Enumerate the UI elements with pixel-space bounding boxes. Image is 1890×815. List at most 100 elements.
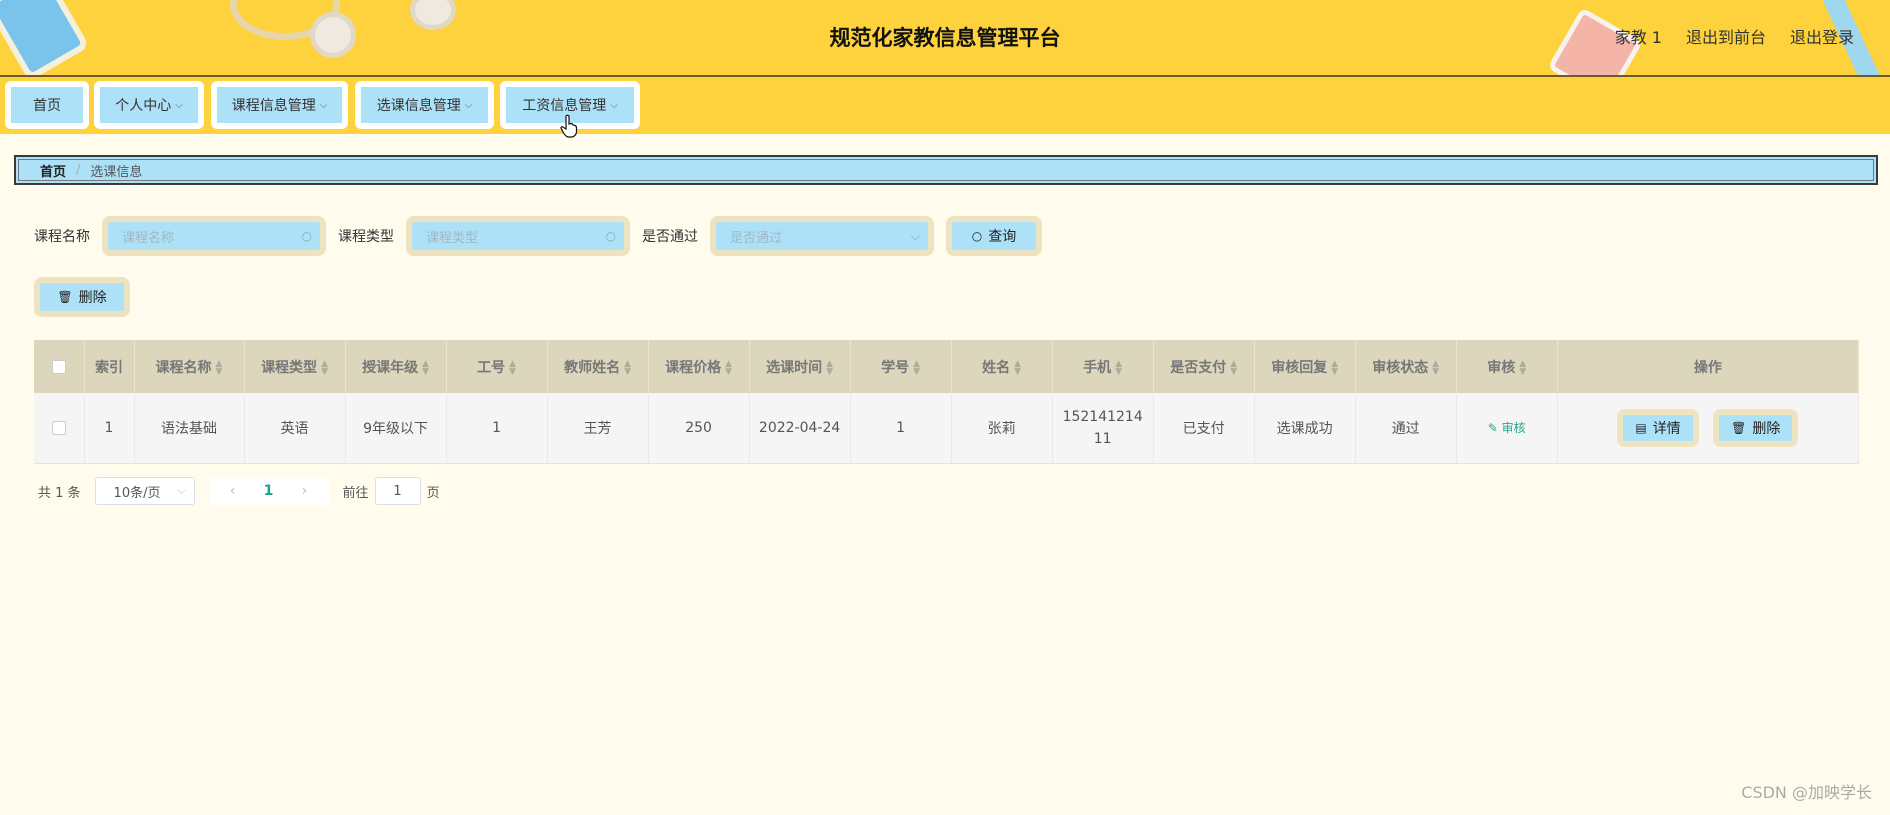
edit-icon: ✎ — [1487, 421, 1502, 436]
column-header[interactable]: 是否支付 ▲ ▼ — [1153, 340, 1255, 393]
sort-icon[interactable]: ▲ ▼ — [1014, 359, 1021, 376]
cell-index: 1 — [84, 393, 135, 464]
course-type-input[interactable]: 课程类型 ○ — [406, 216, 630, 256]
detail-button[interactable]: ▤ 详情 — [1617, 408, 1699, 447]
header-select-time: 选课时间 — [766, 359, 823, 376]
breadcrumb-current: 选课信息 — [90, 164, 143, 180]
header-status: 审核状态 — [1372, 359, 1429, 376]
column-header[interactable]: 工号 ▲ ▼ — [446, 340, 548, 393]
column-header[interactable]: 课程价格 ▲ ▼ — [648, 340, 750, 393]
column-header[interactable]: 手机 ▲ ▼ — [1052, 340, 1154, 393]
breadcrumb: 首页 / 选课信息 — [14, 155, 1878, 185]
sort-icon[interactable]: ▲ ▼ — [321, 359, 328, 376]
column-header[interactable]: 授课年级 ▲ ▼ — [345, 340, 447, 393]
trash-icon: 🗑 — [1731, 420, 1747, 435]
goto-page-input[interactable]: 1 — [374, 477, 421, 505]
nav-home[interactable]: 首页 — [5, 81, 89, 129]
goto-suffix: 页 — [426, 485, 440, 501]
cell-select-time: 2022-04-24 — [749, 393, 851, 464]
nav-salary-management-label: 工资信息管理 — [522, 98, 607, 114]
nav-selection-management[interactable]: 选课信息管理 ⌵ — [355, 81, 494, 129]
batch-delete-label: 删除 — [78, 290, 107, 306]
pagination: 共 1 条 10条/页 ⌵ ‹ 1 › 前往 1 页 — [38, 477, 440, 505]
cell-reply: 选课成功 — [1254, 393, 1356, 464]
sort-icon[interactable]: ▲ ▼ — [1115, 359, 1122, 376]
course-name-placeholder: 课程名称 — [122, 230, 175, 246]
header-actions: 操作 — [1693, 359, 1722, 376]
column-header[interactable]: 学号 ▲ ▼ — [850, 340, 952, 393]
cell-name: 张莉 — [951, 393, 1053, 464]
total-count: 共 1 条 — [38, 485, 81, 501]
nav-personal-center[interactable]: 个人中心 ⌵ — [94, 81, 204, 129]
sort-icon[interactable]: ▲ ▼ — [216, 359, 223, 376]
cell-course-type: 英语 — [244, 393, 346, 464]
query-button[interactable]: ○ 查询 — [946, 216, 1042, 256]
sort-icon[interactable]: ▲ ▼ — [422, 359, 429, 376]
sort-icon[interactable]: ▲ ▼ — [913, 359, 920, 376]
column-header[interactable]: 审核回复 ▲ ▼ — [1254, 340, 1356, 393]
back-to-front-link[interactable]: 退出到前台 — [1686, 24, 1766, 48]
header-course-type: 课程类型 — [261, 359, 318, 376]
passed-placeholder: 是否通过 — [730, 230, 783, 246]
course-type-placeholder: 课程类型 — [426, 230, 479, 246]
detail-button-label: 详情 — [1652, 420, 1681, 437]
breadcrumb-home[interactable]: 首页 — [40, 161, 66, 180]
goto-prefix: 前往 — [342, 485, 369, 501]
column-header: 索引 — [84, 340, 135, 393]
nav-course-management[interactable]: 课程信息管理 ⌵ — [211, 81, 348, 129]
course-type-label: 课程类型 — [338, 229, 394, 245]
audit-link[interactable]: ✎ 审核 — [1488, 421, 1526, 435]
batch-delete-button[interactable]: 🗑 删除 — [34, 277, 130, 317]
search-icon: ○ — [971, 229, 983, 243]
prev-page-icon[interactable]: ‹ — [215, 483, 251, 499]
app-title: 规范化家教信息管理平台 — [829, 26, 1061, 50]
row-delete-button[interactable]: 🗑 删除 — [1713, 408, 1799, 447]
sort-icon[interactable]: ▲ ▼ — [1432, 359, 1439, 376]
logout-link[interactable]: 退出登录 — [1790, 24, 1854, 48]
cell-paid: 已支付 — [1153, 393, 1255, 464]
header-course-name: 课程名称 — [155, 359, 212, 376]
sort-icon[interactable]: ▲ ▼ — [725, 359, 732, 376]
document-icon: ▤ — [1635, 420, 1647, 435]
cell-audit: ✎ 审核 — [1456, 393, 1558, 464]
column-header[interactable]: 课程名称 ▲ ▼ — [134, 340, 245, 393]
sort-icon[interactable]: ▲ ▼ — [1230, 359, 1237, 376]
column-header[interactable]: 选课时间 ▲ ▼ — [749, 340, 851, 393]
page-size-select[interactable]: 10条/页 ⌵ — [94, 477, 195, 505]
phone-line-2: 11 — [1093, 430, 1112, 447]
cell-phone: 152141214 11 — [1052, 393, 1154, 464]
page-number[interactable]: 1 — [251, 483, 287, 499]
nav-home-label: 首页 — [33, 98, 61, 114]
chevron-down-icon: ⌵ — [175, 99, 183, 111]
column-header[interactable]: 课程类型 ▲ ▼ — [244, 340, 346, 393]
audit-link-label: 审核 — [1501, 421, 1526, 436]
column-header: 操作 — [1557, 340, 1860, 393]
trash-icon: 🗑 — [57, 290, 73, 304]
cell-status: 通过 — [1355, 393, 1457, 464]
sort-icon[interactable]: ▲ ▼ — [624, 359, 631, 376]
select-all-checkbox[interactable] — [51, 359, 66, 374]
row-checkbox[interactable] — [51, 420, 66, 435]
cell-teacher-id: 1 — [446, 393, 548, 464]
column-header[interactable]: 审核状态 ▲ ▼ — [1355, 340, 1457, 393]
breadcrumb-separator: / — [76, 162, 81, 178]
header-index: 索引 — [95, 359, 123, 376]
phone-line-1: 152141214 — [1062, 408, 1143, 425]
column-header[interactable]: 审核 ▲ ▼ — [1456, 340, 1558, 393]
sort-icon[interactable]: ▲ ▼ — [826, 359, 833, 376]
header-paid: 是否支付 — [1170, 359, 1227, 376]
sort-icon[interactable]: ▲ ▼ — [509, 359, 516, 376]
column-header[interactable]: 教师姓名 ▲ ▼ — [547, 340, 649, 393]
table-header-row: 索引 课程名称 ▲ ▼ 课程类型 ▲ ▼ 授课年级 ▲ ▼ 工号 ▲ ▼ 教师姓名 ▲ ▼ 课程价格… — [34, 340, 1860, 393]
sort-icon[interactable]: ▲ ▼ — [1519, 359, 1526, 376]
course-name-input[interactable]: 课程名称 ○ — [102, 216, 326, 256]
header-price: 课程价格 — [665, 359, 722, 376]
header-student-id: 学号 — [881, 359, 910, 376]
header-teacher-id: 工号 — [477, 359, 506, 376]
next-page-icon[interactable]: › — [287, 483, 323, 499]
passed-select[interactable]: 是否通过 ⌵ — [710, 216, 934, 256]
column-header[interactable]: 姓名 ▲ ▼ — [951, 340, 1053, 393]
main-nav: 首页 个人中心 ⌵ 课程信息管理 ⌵ 选课信息管理 ⌵ 工资信息管理 ⌵ — [0, 77, 1890, 134]
sort-icon[interactable]: ▲ ▼ — [1331, 359, 1338, 376]
nav-course-management-label: 课程信息管理 — [231, 98, 316, 114]
